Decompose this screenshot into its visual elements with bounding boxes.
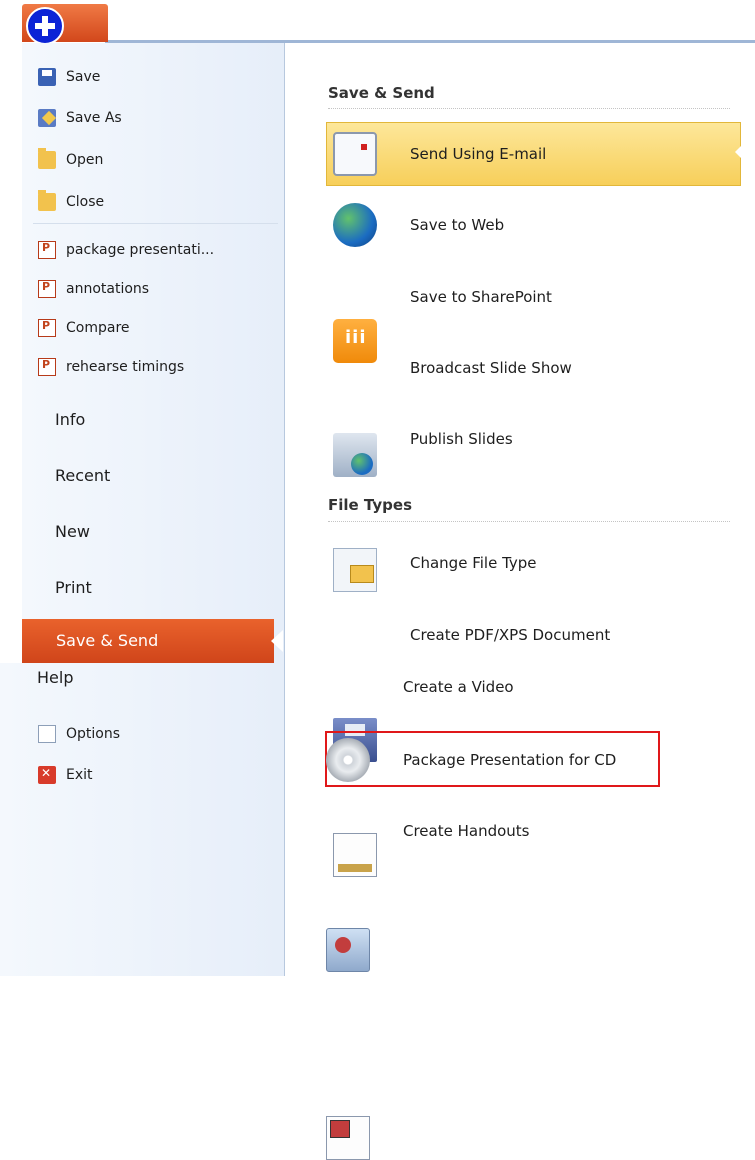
section-divider <box>328 521 730 522</box>
recent-file-label: package presentati... <box>66 242 215 258</box>
selection-pointer <box>271 630 283 652</box>
change-file-type-option[interactable]: Change File Type <box>410 554 537 572</box>
recent-file-label: rehearse timings <box>66 359 185 375</box>
exit-button[interactable]: Exit <box>38 762 93 788</box>
globe-icon <box>333 203 377 247</box>
nav-new[interactable]: New <box>55 522 90 541</box>
recent-file-rehearse[interactable]: rehearse timings <box>38 354 184 380</box>
powerpoint-file-icon <box>38 358 56 376</box>
powerpoint-file-icon <box>38 319 56 337</box>
open-folder-icon <box>38 148 56 169</box>
recent-file-label: annotations <box>66 281 150 297</box>
send-using-email-option[interactable]: Send Using E-mail <box>410 145 546 163</box>
video-icon <box>326 928 370 972</box>
divider <box>33 223 278 224</box>
nav-save-send[interactable]: Save & Send <box>22 619 274 663</box>
publish-slides-option[interactable]: Publish Slides <box>410 430 513 448</box>
email-icon <box>333 132 377 176</box>
quick-save-button[interactable]: Save <box>38 64 100 90</box>
powerpoint-file-icon <box>38 241 56 259</box>
publish-slides-icon <box>333 548 377 592</box>
section-title-save-send: Save & Send <box>328 84 435 102</box>
save-as-icon <box>38 109 56 127</box>
nav-print[interactable]: Print <box>55 578 92 597</box>
nav-info[interactable]: Info <box>55 410 85 429</box>
selection-notch <box>735 144 743 160</box>
quick-close-button[interactable]: Close <box>38 189 104 215</box>
create-handouts-option[interactable]: Create Handouts <box>403 822 530 840</box>
close-folder-icon <box>38 190 56 211</box>
save-to-sharepoint-option[interactable]: Save to SharePoint <box>410 288 552 306</box>
options-icon <box>38 725 56 743</box>
nav-help[interactable]: Help <box>37 668 73 687</box>
quick-open-button[interactable]: Open <box>38 147 103 173</box>
backstage-nav-panel-lower <box>0 663 285 976</box>
recent-file-package[interactable]: package presentati... <box>38 237 214 263</box>
powerpoint-file-icon <box>38 280 56 298</box>
nav-recent[interactable]: Recent <box>55 466 110 485</box>
section-title-file-types: File Types <box>328 496 412 514</box>
exit-icon <box>38 766 56 784</box>
broadcast-slide-show-option[interactable]: Broadcast Slide Show <box>410 359 572 377</box>
recent-file-annotations[interactable]: annotations <box>38 276 149 302</box>
recent-file-label: Compare <box>66 320 130 336</box>
quick-open-label: Open <box>66 152 104 168</box>
create-pdf-xps-option[interactable]: Create PDF/XPS Document <box>410 626 610 644</box>
cd-icon <box>326 738 370 782</box>
package-presentation-cd-option[interactable]: Package Presentation for CD <box>403 751 616 769</box>
options-label: Options <box>66 726 121 742</box>
section-divider <box>328 108 730 109</box>
quick-save-as-button[interactable]: Save As <box>38 105 122 131</box>
sharepoint-icon <box>333 319 377 363</box>
quick-close-label: Close <box>66 194 105 210</box>
recent-file-compare[interactable]: Compare <box>38 315 130 341</box>
broadcast-icon <box>333 433 377 477</box>
nav-save-send-label: Save & Send <box>56 631 159 650</box>
handouts-icon <box>326 1116 370 1160</box>
save-disk-icon <box>38 68 56 86</box>
save-to-web-option[interactable]: Save to Web <box>410 216 504 234</box>
options-button[interactable]: Options <box>38 721 120 747</box>
exit-label: Exit <box>66 767 93 783</box>
pdf-document-icon <box>333 833 377 877</box>
create-video-option[interactable]: Create a Video <box>403 678 514 696</box>
cursor-plus-icon <box>26 7 64 45</box>
quick-save-label: Save <box>66 69 101 85</box>
quick-save-as-label: Save As <box>66 110 122 126</box>
